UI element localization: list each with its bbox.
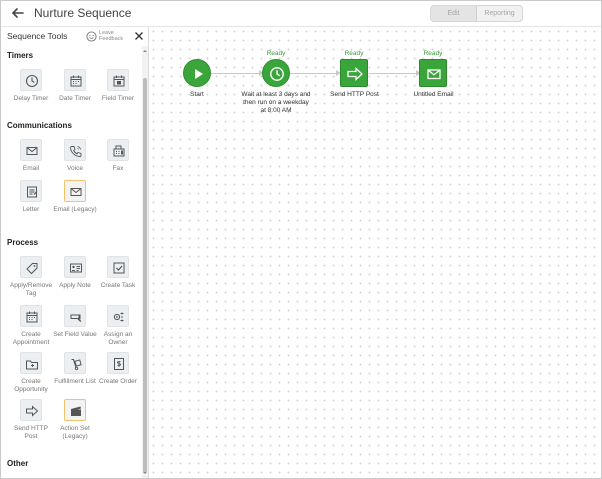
tool-field-timer[interactable]: Field Timer (95, 69, 141, 103)
tool-letter[interactable]: Letter (8, 180, 54, 214)
letter-icon (27, 186, 38, 198)
tool-label: Delay Timer (13, 95, 49, 102)
tool-label: Date Timer (59, 95, 91, 102)
fax-icon (113, 145, 125, 157)
section-communications: Communications (7, 121, 72, 130)
envelope-icon (70, 188, 82, 196)
section-process: Process (7, 238, 39, 247)
send-http-post-node[interactable] (340, 59, 368, 87)
tool-label: Voice (67, 165, 83, 172)
top-bar: Nurture Sequence Edit Reporting (1, 1, 601, 27)
http-post-icon (347, 67, 363, 81)
node-label: Send HTTP Post (330, 91, 379, 98)
tool-label: Email (Legacy) (53, 206, 97, 213)
node-status: Ready (344, 50, 364, 57)
delay-timer-node[interactable] (262, 59, 290, 87)
node-label: Wait at least 3 days and then run on a w… (241, 91, 311, 114)
start-node[interactable] (183, 59, 211, 87)
section-other: Other (7, 459, 29, 468)
tool-label: Letter (22, 206, 40, 213)
connector-line (369, 73, 418, 74)
section-timers: Timers (7, 51, 34, 60)
tool-label: Assign an Owner (103, 331, 133, 346)
calendar-icon (70, 75, 82, 87)
clock-icon (270, 67, 284, 81)
mode-toggle: Edit Reporting (430, 5, 523, 22)
tool-send-http-post[interactable]: Send HTTP Post (8, 399, 54, 441)
tag-icon (26, 263, 38, 275)
folder-icon (26, 360, 38, 370)
tool-apply-remove-tag[interactable]: Apply/Remove Tag (8, 256, 54, 298)
node-label: Start (190, 91, 204, 98)
sidebar-scrollbar[interactable] (142, 46, 148, 478)
smile-icon[interactable] (86, 31, 97, 42)
reporting-tab[interactable]: Reporting (477, 6, 522, 21)
scroll-up-icon[interactable] (142, 48, 148, 54)
tool-create-appointment[interactable]: Create Appointment (8, 305, 54, 347)
checkbox-icon (113, 262, 125, 274)
tool-label: Apply Note (59, 282, 91, 289)
tool-label: Apply/Remove Tag (9, 282, 53, 297)
tool-label: Send HTTP Post (14, 425, 48, 440)
tool-assign-owner[interactable]: Assign an Owner (95, 305, 141, 347)
assign-owner-icon (113, 312, 124, 322)
tool-create-task[interactable]: Create Task (95, 256, 141, 290)
scroll-thumb[interactable] (143, 78, 147, 473)
tool-label: Create Task (100, 282, 136, 289)
tool-label: Create Appointment (12, 331, 50, 346)
scroll-down-icon[interactable] (142, 470, 148, 476)
tool-label: Email (22, 165, 40, 172)
tool-label: Action Set (Legacy) (60, 425, 90, 440)
tool-label: Fulfillment List (54, 378, 96, 385)
tool-fax[interactable]: Fax (95, 139, 141, 173)
tool-action-set-legacy[interactable]: Action Set (Legacy) (52, 399, 98, 441)
tool-label: Fax (112, 165, 124, 172)
clapperboard-icon (71, 406, 81, 416)
tool-fulfillment-list[interactable]: Fulfillment List (52, 352, 98, 386)
tool-delay-timer[interactable]: Delay Timer (8, 69, 54, 103)
untitled-email-node[interactable] (419, 59, 447, 87)
tool-apply-note[interactable]: Apply Note (52, 256, 98, 290)
connector-line (211, 73, 261, 74)
calendar-icon (26, 311, 38, 323)
tool-set-field-value[interactable]: Set Field Value (52, 305, 98, 339)
tool-voice[interactable]: Voice (52, 139, 98, 173)
tool-label: Set Field Value (53, 331, 97, 338)
close-icon[interactable] (134, 31, 144, 41)
arrow-left-icon[interactable] (10, 5, 26, 21)
node-status: Ready (423, 50, 443, 57)
field-edit-icon (70, 314, 82, 322)
envelope-icon (427, 69, 441, 80)
node-label: Untitled Email (413, 91, 454, 98)
sidebar-title: Sequence Tools (7, 31, 68, 41)
sequence-tools-panel: Sequence Tools Leave Feedback Timers Del… (1, 27, 149, 478)
phone-icon (70, 146, 82, 157)
play-icon (195, 69, 203, 79)
envelope-icon (26, 147, 38, 155)
edit-tab[interactable]: Edit (431, 6, 477, 21)
tool-label: Field Timer (101, 95, 135, 102)
sidebar-header: Sequence Tools Leave Feedback (1, 27, 149, 46)
page-title: Nurture Sequence (34, 6, 132, 20)
sequence-canvas[interactable]: Start Ready Wait at least 3 days and the… (149, 27, 601, 478)
tool-create-order[interactable]: Create Order (95, 352, 141, 386)
tool-label: Create Order (99, 378, 137, 385)
tool-label: Create Opportunity (14, 378, 48, 393)
connector-line (290, 73, 338, 74)
order-receipt-icon (114, 358, 124, 370)
tool-email-legacy[interactable]: Email (Legacy) (52, 180, 98, 214)
dolly-icon (71, 358, 82, 371)
tool-date-timer[interactable]: Date Timer (52, 69, 98, 103)
field-calendar-icon (113, 75, 125, 87)
clock-icon (25, 74, 39, 88)
note-card-icon (70, 263, 82, 273)
http-arrow-icon (26, 405, 39, 417)
tool-email[interactable]: Email (8, 139, 54, 173)
leave-feedback-link[interactable]: Leave Feedback (99, 30, 129, 42)
node-status: Ready (266, 50, 286, 57)
tool-create-opportunity[interactable]: Create Opportunity (8, 352, 54, 394)
